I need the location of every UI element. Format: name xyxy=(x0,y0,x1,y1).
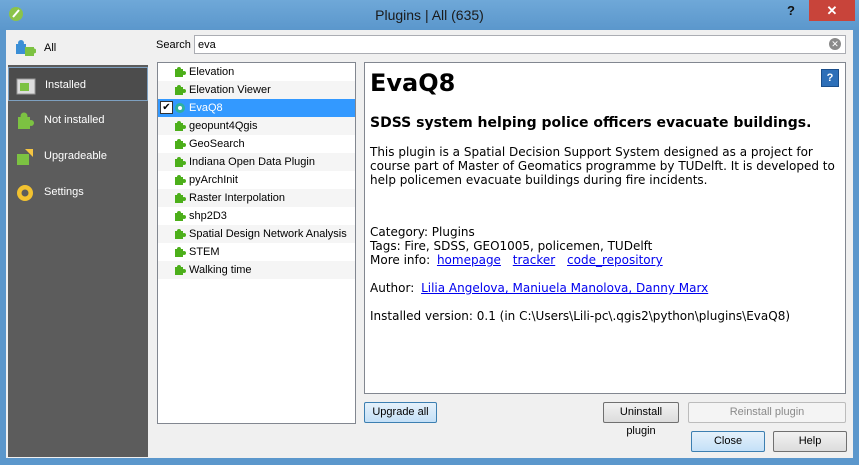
help-icon[interactable]: ? xyxy=(821,69,839,87)
sidebar-item-label: Not installed xyxy=(44,114,105,126)
plugin-name: Spatial Design Network Analysis xyxy=(189,228,347,240)
plugin-name: EvaQ8 xyxy=(189,102,223,114)
installed-version: Installed version: 0.1 (in C:\Users\Lili… xyxy=(370,309,791,323)
tracker-link[interactable]: tracker xyxy=(513,253,555,267)
plugin-list[interactable]: Elevation Elevation Viewer ✔ EvaQ8 geopu… xyxy=(157,62,356,424)
plugin-summary: SDSS system helping police officers evac… xyxy=(370,115,812,131)
sidebar-item-label: All xyxy=(44,42,57,54)
upgrade-all-button[interactable]: Upgrade all xyxy=(364,402,437,423)
plugin-name: Elevation xyxy=(189,66,235,78)
upgrade-icon xyxy=(17,149,33,165)
plugin-icon xyxy=(175,265,186,275)
sidebar-item-label: Upgradeable xyxy=(44,150,107,162)
uninstall-plugin-button[interactable]: Uninstall plugin xyxy=(603,402,679,437)
window-title: Plugins | All (635) xyxy=(375,7,484,23)
gear-icon xyxy=(17,185,33,201)
help-button[interactable]: Help xyxy=(773,431,847,452)
puzzle-icon xyxy=(16,40,36,56)
plugin-icon xyxy=(175,211,186,221)
sidebar-item-not-installed[interactable]: Not installed xyxy=(8,103,148,137)
plugin-icon xyxy=(175,67,186,77)
plugin-list-item[interactable]: Raster Interpolation xyxy=(158,189,355,207)
plugin-name: GeoSearch xyxy=(189,138,245,150)
author-link[interactable]: Lilia Angelova, Maniuela Manolova, Danny… xyxy=(421,281,708,295)
plugin-name: pyArchInit xyxy=(189,174,238,186)
plugin-list-item[interactable]: shp2D3 xyxy=(158,207,355,225)
sidebar-item-upgradeable[interactable]: Upgradeable xyxy=(8,139,148,173)
search-label: Search xyxy=(156,39,191,51)
homepage-link[interactable]: homepage xyxy=(437,253,501,267)
plugin-list-item[interactable]: Walking time xyxy=(158,261,355,279)
plugin-name: Raster Interpolation xyxy=(189,192,285,204)
window-close-button[interactable]: ✕ xyxy=(809,0,855,21)
reinstall-plugin-button[interactable]: Reinstall plugin xyxy=(688,402,846,423)
clear-search-icon[interactable]: ✕ xyxy=(829,38,841,50)
plugin-list-item[interactable]: Elevation xyxy=(158,63,355,81)
plugin-name: Elevation Viewer xyxy=(189,84,271,96)
plugin-icon xyxy=(175,229,186,239)
plugin-name: STEM xyxy=(189,246,220,258)
plugin-icon xyxy=(175,121,186,131)
plugin-list-item[interactable]: STEM xyxy=(158,243,355,261)
plugin-list-item[interactable]: Elevation Viewer xyxy=(158,81,355,99)
plugin-details-pane: ? EvaQ8 SDSS system helping police offic… xyxy=(364,62,846,394)
plugin-icon xyxy=(175,139,186,149)
plugin-icon xyxy=(175,157,186,167)
plugin-icon xyxy=(175,247,186,257)
plugin-icon xyxy=(175,193,186,203)
plugin-name: Walking time xyxy=(189,264,252,276)
plugin-icon xyxy=(175,175,186,185)
title-help-button[interactable]: ? xyxy=(776,0,806,21)
plugin-author: Author: Lilia Angelova, Maniuela Manolov… xyxy=(370,281,840,295)
sidebar-item-label: Installed xyxy=(45,79,86,91)
close-button[interactable]: Close xyxy=(691,431,765,452)
title-bar: Plugins | All (635) ? ✕ xyxy=(0,0,859,30)
plugin-tags: Tags: Fire, SDSS, GEO1005, policemen, TU… xyxy=(370,239,653,253)
author-label: Author: xyxy=(370,281,415,295)
code-repository-link[interactable]: code_repository xyxy=(567,253,663,267)
plugin-name: geopunt4Qgis xyxy=(189,120,258,132)
plugin-list-item[interactable]: geopunt4Qgis xyxy=(158,117,355,135)
plugin-icon xyxy=(175,85,186,95)
plugin-enabled-checkbox[interactable]: ✔ xyxy=(160,101,173,114)
category-sidebar: All Installed Not installed Upgradeable … xyxy=(8,31,148,457)
search-field: ✕ xyxy=(194,35,846,54)
plugin-list-item-selected[interactable]: ✔ EvaQ8 xyxy=(158,99,355,117)
sidebar-item-installed[interactable]: Installed xyxy=(8,67,148,101)
plugin-icon xyxy=(175,103,185,113)
plugin-list-item[interactable]: pyArchInit xyxy=(158,171,355,189)
plugin-name: shp2D3 xyxy=(189,210,227,222)
plugin-name: Indiana Open Data Plugin xyxy=(189,156,315,168)
plugin-title: EvaQ8 xyxy=(370,69,456,97)
plugin-category: Category: Plugins xyxy=(370,225,475,239)
plugin-description: This plugin is a Spatial Decision Suppor… xyxy=(370,145,835,187)
plugin-more-info: More info: homepage tracker code_reposit… xyxy=(370,253,840,267)
plugin-list-item[interactable]: GeoSearch xyxy=(158,135,355,153)
plugin-list-item[interactable]: Indiana Open Data Plugin xyxy=(158,153,355,171)
search-input[interactable] xyxy=(198,37,818,52)
plugin-list-item[interactable]: Spatial Design Network Analysis xyxy=(158,225,355,243)
more-info-label: More info: xyxy=(370,253,431,267)
sidebar-item-all[interactable]: All xyxy=(8,31,148,65)
sidebar-item-label: Settings xyxy=(44,186,84,198)
sidebar-item-settings[interactable]: Settings xyxy=(8,175,148,209)
puzzle-icon xyxy=(18,112,34,129)
installed-plugin-icon xyxy=(16,78,36,95)
